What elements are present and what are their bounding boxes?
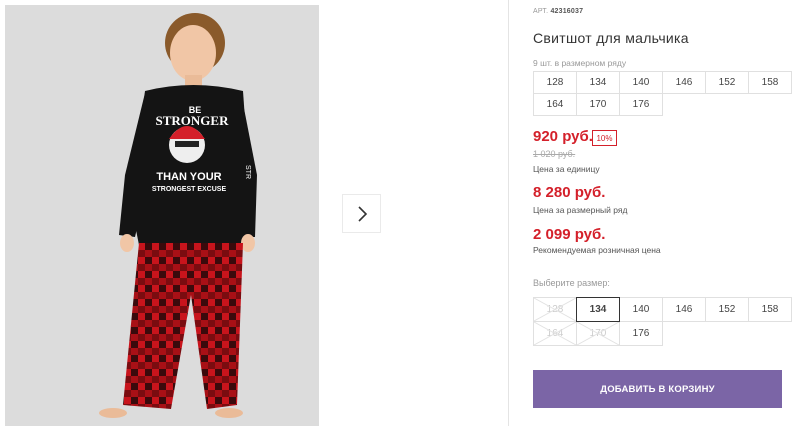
discount-badge: 10%: [592, 130, 617, 146]
product-photo[interactable]: BE STRONGER THAN YOUR STRONGEST EXCUSE S…: [5, 5, 319, 426]
size-row-cell: 128: [533, 71, 577, 94]
size-option-label: 134: [589, 304, 607, 315]
size-picker-label: Выберите размер:: [533, 278, 610, 288]
size-option-128: 128: [533, 297, 577, 322]
old-price: 1 020 руб.: [533, 149, 576, 159]
recommended-price-label: Рекомендуемая розничная цена: [533, 245, 661, 255]
sku-label: АРТ.: [533, 8, 549, 15]
chevron-right-icon: [357, 205, 367, 222]
product-title: Свитшот для мальчика: [533, 30, 689, 46]
size-option-140[interactable]: 140: [619, 297, 663, 322]
sleeve-print: STR: [244, 165, 251, 179]
unavailable-cross-icon: [577, 322, 619, 345]
add-to-cart-button[interactable]: ДОБАВИТЬ В КОРЗИНУ: [533, 370, 782, 408]
size-row-note: 9 шт. в размерном ряду: [533, 58, 627, 68]
unit-price-label: Цена за единицу: [533, 164, 600, 174]
row-price-label: Цена за размерный ряд: [533, 205, 628, 215]
size-option-170: 170: [576, 321, 620, 346]
size-option-158[interactable]: 158: [748, 297, 792, 322]
product-illustration: BE STRONGER THAN YOUR STRONGEST EXCUSE S…: [5, 5, 319, 426]
size-option-152[interactable]: 152: [705, 297, 749, 322]
unavailable-cross-icon: [534, 298, 576, 321]
size-option-label: 140: [632, 304, 650, 315]
product-sku: АРТ. 42316037: [533, 8, 583, 15]
current-price: 920 руб.: [533, 128, 593, 145]
size-row-cell: 176: [619, 93, 663, 116]
size-option-134[interactable]: 134: [576, 297, 620, 322]
panel-divider: [508, 0, 509, 426]
size-row-cell: 146: [662, 71, 706, 94]
size-row-cell: 170: [576, 93, 620, 116]
size-row-grid: 128 134 140 146 152 158 164 170 176: [533, 71, 792, 116]
size-row-cell: 164: [533, 93, 577, 116]
row-price: 8 280 руб.: [533, 184, 606, 201]
size-option-label: 146: [675, 304, 693, 315]
unavailable-cross-icon: [534, 322, 576, 345]
size-option-label: 176: [632, 328, 650, 339]
product-gallery: BE STRONGER THAN YOUR STRONGEST EXCUSE S…: [0, 0, 508, 426]
size-option-176[interactable]: 176: [619, 321, 663, 346]
next-image-button[interactable]: [342, 194, 381, 233]
size-option-label: 152: [718, 304, 736, 315]
size-option-label: 158: [761, 304, 779, 315]
size-picker: 128 134 140 146 152 158 164170 176: [533, 297, 792, 346]
size-option-146[interactable]: 146: [662, 297, 706, 322]
size-row-cell: 152: [705, 71, 749, 94]
print-text-3: THAN YOUR: [156, 171, 221, 183]
print-text-2: STRONGER: [156, 113, 230, 128]
size-row-cell: 158: [748, 71, 792, 94]
size-row-cell: 134: [576, 71, 620, 94]
recommended-price: 2 099 руб.: [533, 226, 606, 243]
print-text-4: STRONGEST EXCUSE: [152, 186, 227, 193]
size-row-cell: 140: [619, 71, 663, 94]
sku-value: 42316037: [550, 8, 584, 15]
size-option-164: 164: [533, 321, 577, 346]
